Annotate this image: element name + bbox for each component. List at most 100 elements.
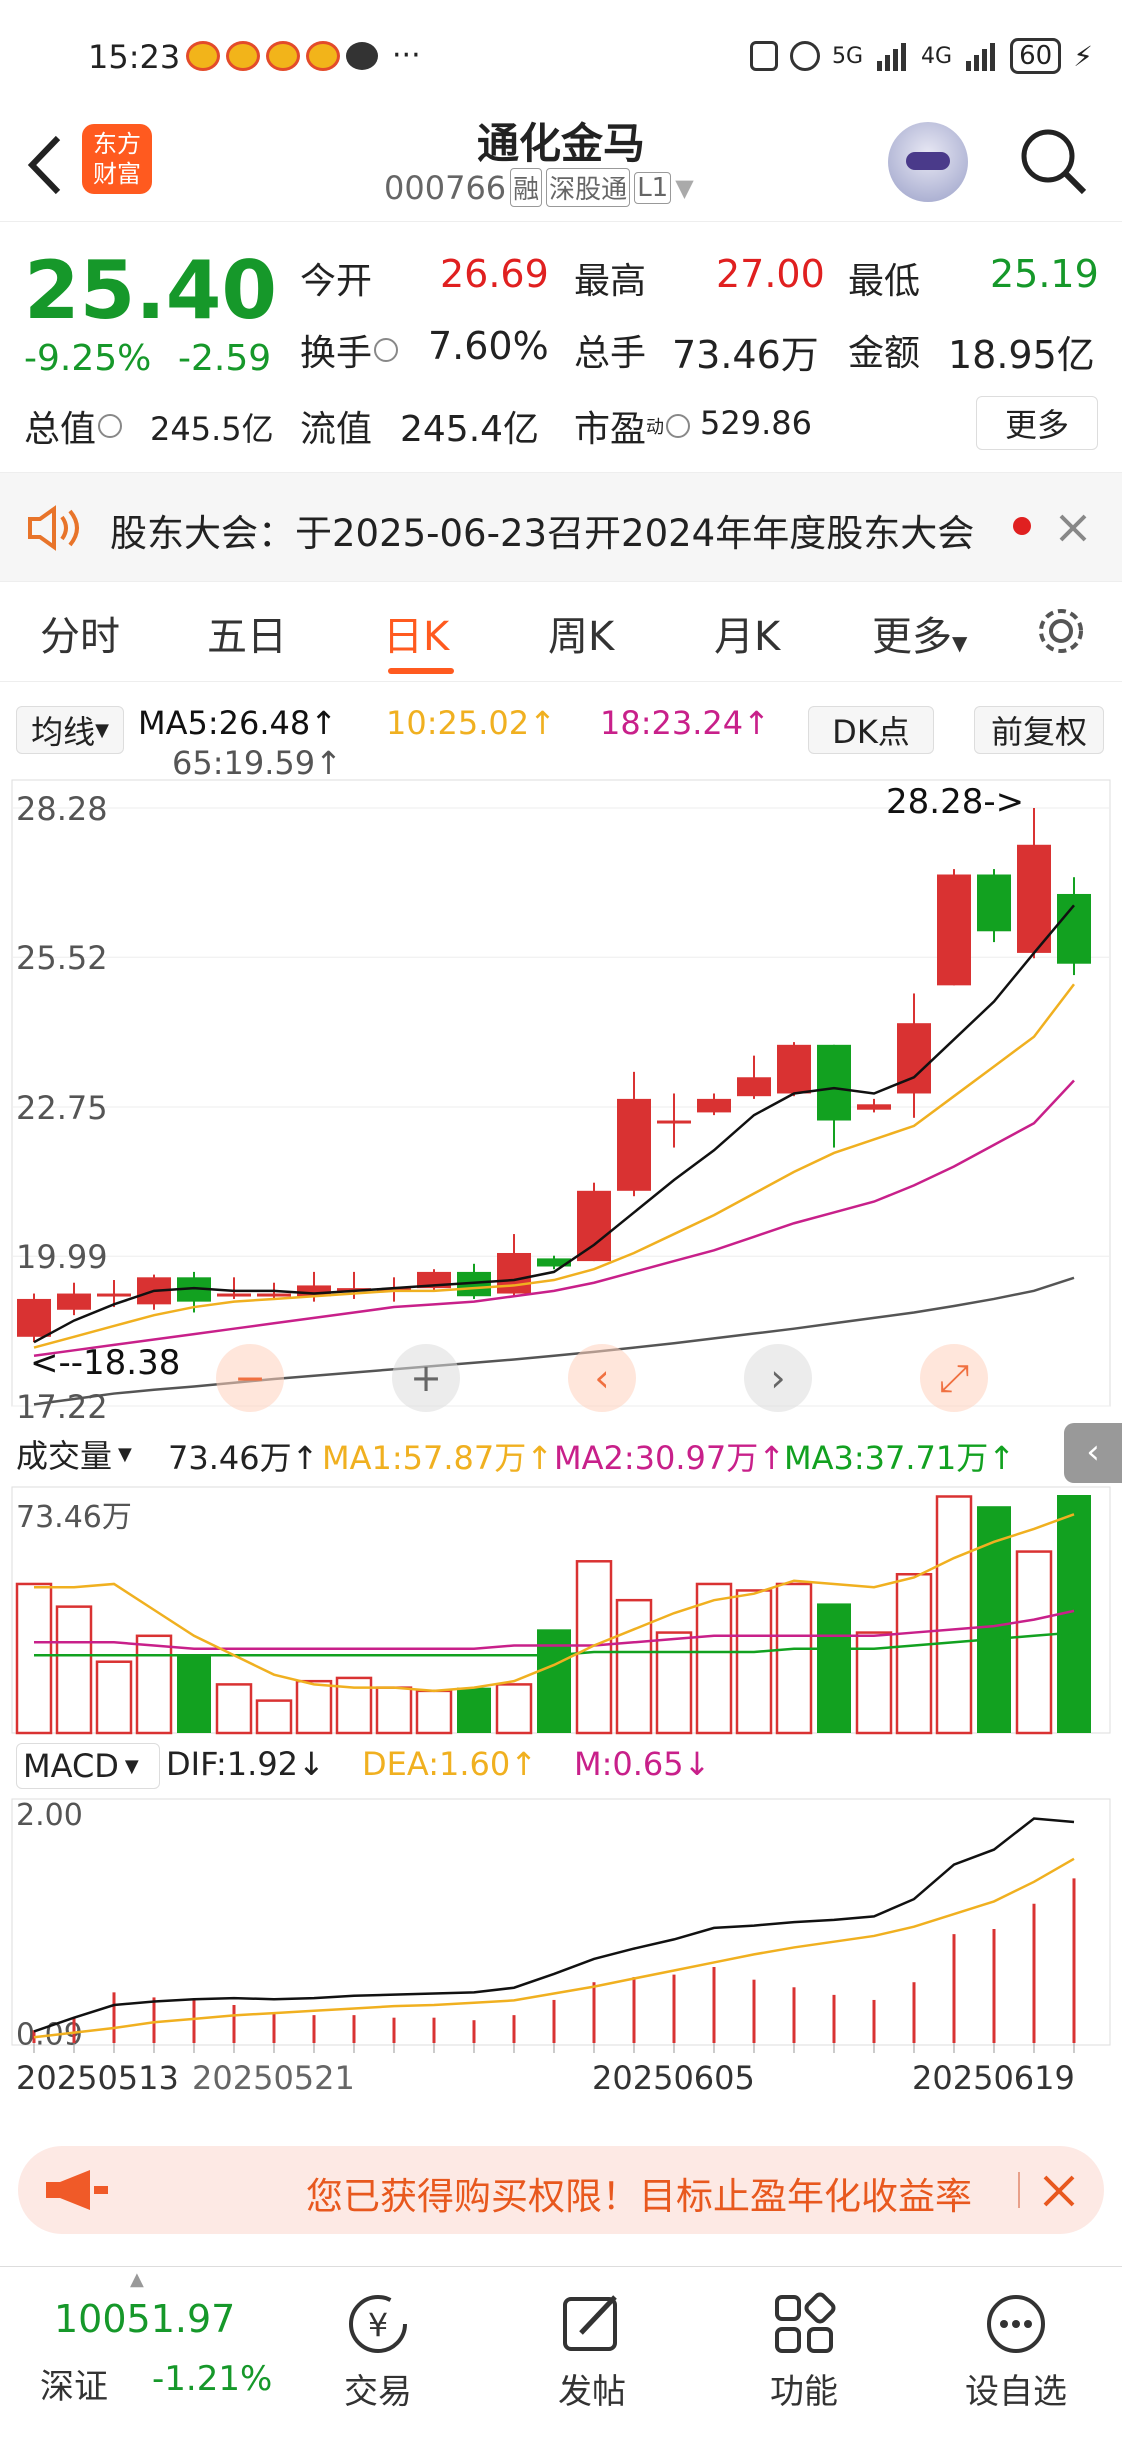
turnover-label[interactable]: 换手 <box>300 324 399 376</box>
y-tick-label: 73.46万 <box>16 1500 132 1535</box>
tab-weekly-k[interactable]: 周K <box>548 604 614 662</box>
adjust-button[interactable]: 前复权 <box>974 706 1104 754</box>
volume-selector[interactable]: 成交量 ▼ <box>16 1431 164 1477</box>
caret-down-icon: ▼ <box>124 1755 139 1777</box>
date-label: 20250521 <box>192 2059 355 2097</box>
candle-body <box>977 874 1011 932</box>
zoom-in-button[interactable]: + <box>392 1344 460 1412</box>
volume-bar <box>375 1686 413 1735</box>
ma-selector-label: 均线 <box>31 713 96 751</box>
pe-label[interactable]: 市盈动 <box>574 400 691 452</box>
caret-down-icon: ▼ <box>952 631 968 655</box>
volume-chart[interactable]: 73.46万 <box>0 1485 1122 1735</box>
pan-right-button[interactable]: › <box>744 1344 812 1412</box>
candle-body <box>817 1044 851 1121</box>
m-label: M:0.65↓ <box>574 1745 711 1783</box>
mktcap-label[interactable]: 总值 <box>24 400 123 452</box>
candlestick-chart[interactable]: 28.28 25.52 22.75 19.99 17.22 28.28-> <--18.38… <box>0 778 1122 1423</box>
more-circle-icon <box>987 2295 1045 2353</box>
system-icons: 5G 4G 60 ⚡ <box>750 38 1093 74</box>
nav-post[interactable]: 发帖 <box>512 2267 672 2443</box>
volume-bar <box>295 1679 333 1735</box>
more-quote-button[interactable]: 更多 <box>976 396 1098 450</box>
edit-icon <box>563 2295 617 2351</box>
candle-body <box>97 1293 131 1297</box>
button-glyph: + <box>410 1356 442 1400</box>
fullscreen-button[interactable]: ⤢ <box>920 1344 988 1412</box>
nav-functions-label: 功能 <box>770 2372 838 2412</box>
index-ticker[interactable]: ▲ 10051.97 深证 -1.21% <box>20 2267 290 2443</box>
notice-bar[interactable]: 股东大会：于2025-06-23召开2024年年度股东大会 <box>0 472 1122 582</box>
close-icon[interactable] <box>1042 2174 1076 2208</box>
volume-bar <box>415 1689 453 1735</box>
volume-bar <box>655 1631 693 1735</box>
nav-watchlist[interactable]: 设自选 <box>936 2267 1096 2443</box>
vol-ma2-label: MA2:30.97万↑ <box>554 1439 786 1477</box>
volume-legend: 成交量 ▼ 73.46万↑ MA1:57.87万↑ MA2:30.97万↑ MA3… <box>0 1423 1122 1485</box>
unread-dot <box>1013 517 1031 535</box>
ma-selector[interactable]: 均线 ▼ <box>16 706 124 754</box>
open-label: 今开 <box>300 261 373 302</box>
collapse-panel-button[interactable]: ‹ <box>1064 1423 1122 1483</box>
tab-daily-k[interactable]: 日K <box>383 604 449 662</box>
info-icon <box>374 338 399 362</box>
candle-body <box>217 1293 251 1297</box>
robot-avatar-icon[interactable] <box>888 122 968 202</box>
weibo-icon <box>226 40 260 71</box>
stock-code: 000766 <box>384 168 507 207</box>
nav-functions[interactable]: 功能 <box>724 2267 884 2443</box>
chevron-down-icon: ▼ <box>675 173 694 202</box>
macd-chart[interactable]: 2.000.09 <box>0 1797 1122 2055</box>
macd-selector[interactable]: MACD ▼ <box>16 1743 160 1789</box>
zoom-out-button[interactable]: − <box>216 1344 284 1412</box>
last-price: 25.40 <box>24 244 278 337</box>
tab-minute[interactable]: 分时 <box>40 604 120 662</box>
status-time: 15:23 <box>88 38 181 76</box>
candle-body <box>657 1120 691 1124</box>
alarm-icon <box>790 41 820 71</box>
pe-label-text: 市盈 <box>574 409 647 450</box>
min-price-label: <--18.38 <box>30 1343 180 1383</box>
nav-trade-label: 交易 <box>344 2372 412 2412</box>
low-value: 25.19 <box>990 252 1099 296</box>
tab-more[interactable]: 更多▼ <box>872 604 967 662</box>
date-label: 20250619 <box>912 2059 1075 2097</box>
candle-body <box>257 1293 291 1297</box>
close-icon[interactable] <box>1058 513 1088 543</box>
search-icon[interactable] <box>1018 126 1090 198</box>
nfc-icon <box>750 41 778 71</box>
bottom-nav: ▲ 10051.97 深证 -1.21% ¥ 交易 发帖 功能 设自选 <box>0 2266 1122 2442</box>
volume-bar <box>1015 1550 1053 1735</box>
index-name: 深证 <box>40 2367 108 2407</box>
high-label: 最高 <box>574 261 647 302</box>
volume-value-label: 73.46万↑ <box>168 1439 319 1477</box>
low-label: 最低 <box>848 261 921 302</box>
candle-body <box>857 1104 891 1110</box>
status-bar: 15:23 ··· 5G 4G 60 ⚡ <box>0 0 1122 110</box>
gear-icon[interactable] <box>1034 604 1088 658</box>
y-tick-label: 19.99 <box>16 1238 108 1276</box>
ma10-label: 10:25.02↑ <box>386 704 556 742</box>
period-tabs: 分时 五日 日K 周K 月K 更多▼ <box>0 582 1122 682</box>
pan-left-button[interactable]: ‹ <box>568 1344 636 1412</box>
tag-margin: 融 <box>510 168 543 207</box>
nav-trade[interactable]: ¥ 交易 <box>298 2267 458 2443</box>
tab-five-day[interactable]: 五日 <box>207 604 287 662</box>
info-icon <box>98 414 123 438</box>
stock-code-line[interactable]: 000766 融 深股通 L1 ▼ <box>384 168 694 207</box>
signal-icon <box>877 43 907 71</box>
mktcap-label-text: 总值 <box>24 409 97 450</box>
date-label: 20250513 <box>16 2059 179 2097</box>
nav-watchlist-label: 设自选 <box>965 2372 1067 2412</box>
dk-point-button[interactable]: DK点 <box>808 706 934 754</box>
tab-monthly-k[interactable]: 月K <box>714 604 780 662</box>
volume-bar <box>575 1560 613 1735</box>
volume-bar <box>95 1660 133 1735</box>
vol-ma1-label: MA1:57.87万↑ <box>322 1439 554 1477</box>
tag-connect: 深股通 <box>546 168 631 207</box>
promo-banner[interactable]: 您已获得购买权限！目标止盈年化收益率 <box>18 2146 1104 2234</box>
y-tick-label: 28.28 <box>16 790 108 828</box>
candle-body <box>697 1098 731 1113</box>
dea-label: DEA:1.60↑ <box>362 1745 538 1783</box>
index-value: 10051.97 <box>54 2297 236 2341</box>
